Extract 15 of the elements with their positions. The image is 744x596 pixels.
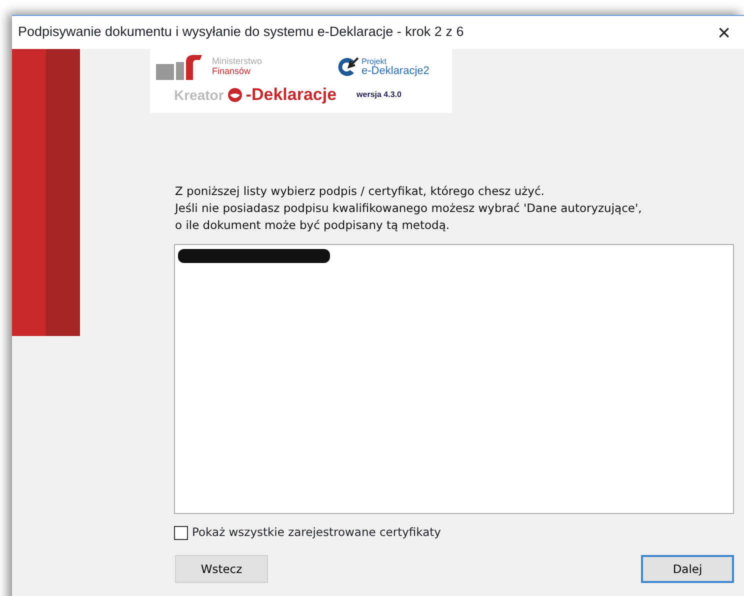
product-name: -Deklaracje	[246, 84, 337, 106]
ministry-name: Ministerstwo	[212, 57, 262, 67]
window-title: Podpisywanie dokumentu i wysyłanie do systemu e-Deklaracje - krok 2 z 6	[18, 23, 465, 42]
checkbox-label[interactable]: Pokaż wszystkie zarejestrowane certyfikaty	[192, 524, 441, 542]
ministry-name: Finansów	[212, 67, 252, 78]
next-button[interactable]: Dalej	[641, 555, 734, 584]
close-button[interactable]: ×	[704, 16, 744, 49]
back-button[interactable]: Wstecz	[175, 555, 268, 584]
instruction-text: Z poniższej listy wybierz podpis / certyfikat, którego chesz użyć.	[175, 183, 546, 200]
kreator-label: Kreator	[174, 86, 224, 105]
project-label: Projekt	[362, 58, 388, 66]
version-label: wersja 4.3.0	[356, 89, 402, 102]
instruction-text: Jeśli nie posiadasz podpisu kwalifikowanego możesz wybrać 'Dane autoryzujące',	[175, 200, 643, 217]
instruction-text: o ile dokument może być podpisany tą metodą.	[175, 217, 451, 234]
project-name: e-Deklaracje2	[362, 66, 430, 77]
